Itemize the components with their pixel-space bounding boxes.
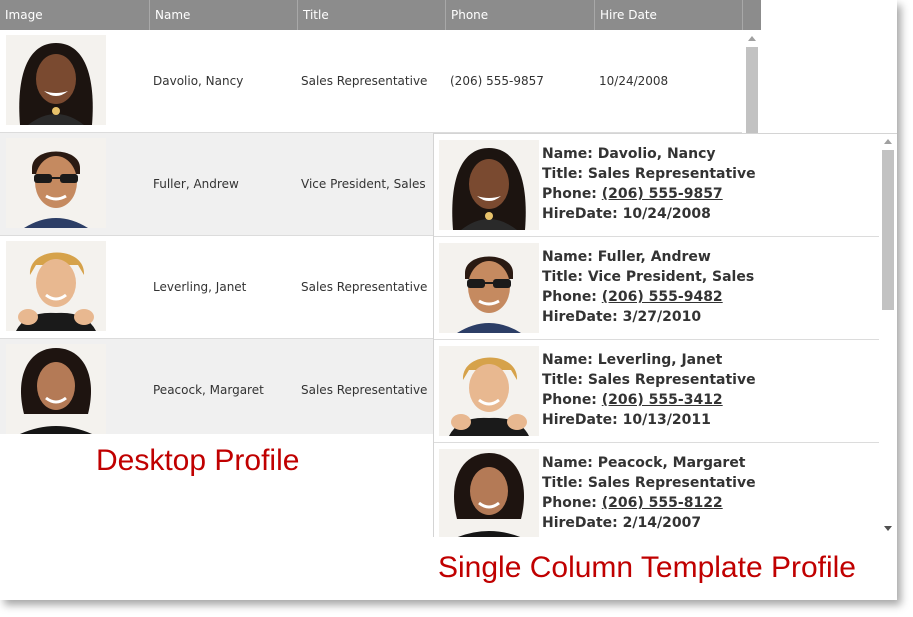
phone-link[interactable]: (206) 555-3412: [602, 392, 723, 408]
cell-title: Vice President, Sales: [301, 177, 426, 191]
employee-details: Name: Davolio, Nancy Title: Sales Repres…: [542, 144, 756, 224]
phone-label: Phone:: [542, 289, 602, 305]
phone-label: Phone:: [542, 392, 602, 408]
column-header-name[interactable]: Name: [149, 0, 297, 30]
name-value: Fuller, Andrew: [597, 249, 711, 265]
desktop-profile-caption: Desktop Profile: [96, 444, 300, 477]
phone-link[interactable]: (206) 555-9482: [602, 289, 723, 305]
column-header-image[interactable]: Image: [0, 0, 149, 30]
name-value: Davolio, Nancy: [597, 146, 716, 162]
employee-photo: [439, 449, 539, 537]
list-item[interactable]: Name: Davolio, Nancy Title: Sales Repres…: [434, 134, 879, 237]
column-header-phone[interactable]: Phone: [445, 0, 594, 30]
name-label: Name:: [542, 146, 598, 162]
cell-title: Sales Representative: [301, 74, 428, 88]
hire-date-label: HireDate:: [542, 412, 623, 428]
phone-link[interactable]: (206) 555-9857: [602, 186, 723, 202]
grid-header: Image Name Title Phone Hire Date: [0, 0, 761, 30]
cell-hire-date: 10/24/2008: [599, 74, 669, 88]
cell-phone: (206) 555-9857: [450, 74, 544, 88]
employee-photo: [6, 138, 106, 228]
cell-name: Leverling, Janet: [153, 280, 247, 294]
employee-details: Name: Peacock, Margaret Title: Sales Rep…: [542, 453, 756, 533]
name-value: Peacock, Margaret: [597, 455, 746, 471]
title-label: Title:: [542, 269, 588, 285]
hire-date-label: HireDate:: [542, 515, 623, 531]
phone-label: Phone:: [542, 186, 602, 202]
employee-photo: [6, 344, 106, 434]
column-header-title[interactable]: Title: [297, 0, 445, 30]
title-value: Sales Representative: [587, 475, 756, 491]
single-column-grid: Name: Davolio, Nancy Title: Sales Repres…: [433, 133, 897, 537]
cell-name: Davolio, Nancy: [153, 74, 244, 88]
employee-photo: [439, 140, 539, 230]
hire-date-label: HireDate:: [542, 309, 623, 325]
scroll-thumb[interactable]: [746, 47, 758, 147]
phone-link[interactable]: (206) 555-8122: [602, 495, 723, 511]
title-value: Sales Representative: [587, 166, 756, 182]
list-item[interactable]: Name: Fuller, Andrew Title: Vice Preside…: [434, 237, 879, 340]
cell-name: Peacock, Margaret: [153, 383, 264, 397]
hire-date-value: 10/24/2008: [622, 206, 711, 222]
cell-title: Sales Representative: [301, 383, 428, 397]
name-label: Name:: [542, 455, 598, 471]
list-item[interactable]: Name: Leverling, Janet Title: Sales Repr…: [434, 340, 879, 443]
list-item[interactable]: Name: Peacock, Margaret Title: Sales Rep…: [434, 443, 879, 537]
scroll-up-arrow-icon[interactable]: [884, 139, 892, 144]
table-row[interactable]: Davolio, Nancy Sales Representative (206…: [0, 30, 742, 133]
single-column-body: Name: Davolio, Nancy Title: Sales Repres…: [434, 134, 879, 537]
header-scroll-spacer: [742, 0, 761, 30]
name-label: Name:: [542, 352, 598, 368]
name-label: Name:: [542, 249, 598, 265]
name-value: Leverling, Janet: [597, 352, 723, 368]
cell-title: Sales Representative: [301, 280, 428, 294]
scroll-thumb[interactable]: [882, 150, 894, 310]
hire-date-value: 2/14/2007: [622, 515, 702, 531]
scroll-up-arrow-icon[interactable]: [748, 36, 756, 41]
employee-details: Name: Fuller, Andrew Title: Vice Preside…: [542, 247, 754, 327]
phone-label: Phone:: [542, 495, 602, 511]
employee-photo: [6, 241, 106, 331]
employee-photo: [439, 243, 539, 333]
hire-date-value: 3/27/2010: [622, 309, 702, 325]
title-label: Title:: [542, 372, 588, 388]
employee-photo: [439, 346, 539, 436]
employee-photo: [6, 35, 106, 125]
single-column-vertical-scrollbar[interactable]: [879, 134, 897, 537]
title-label: Title:: [542, 475, 588, 491]
employee-details: Name: Leverling, Janet Title: Sales Repr…: [542, 350, 756, 430]
title-label: Title:: [542, 166, 588, 182]
cell-name: Fuller, Andrew: [153, 177, 239, 191]
title-value: Vice President, Sales: [587, 269, 755, 285]
title-value: Sales Representative: [587, 372, 756, 388]
single-column-caption: Single Column Template Profile: [438, 551, 856, 584]
hire-date-label: HireDate:: [542, 206, 623, 222]
scroll-down-arrow-icon[interactable]: [884, 526, 892, 531]
hire-date-value: 10/13/2011: [622, 412, 711, 428]
column-header-hire-date[interactable]: Hire Date: [594, 0, 742, 30]
